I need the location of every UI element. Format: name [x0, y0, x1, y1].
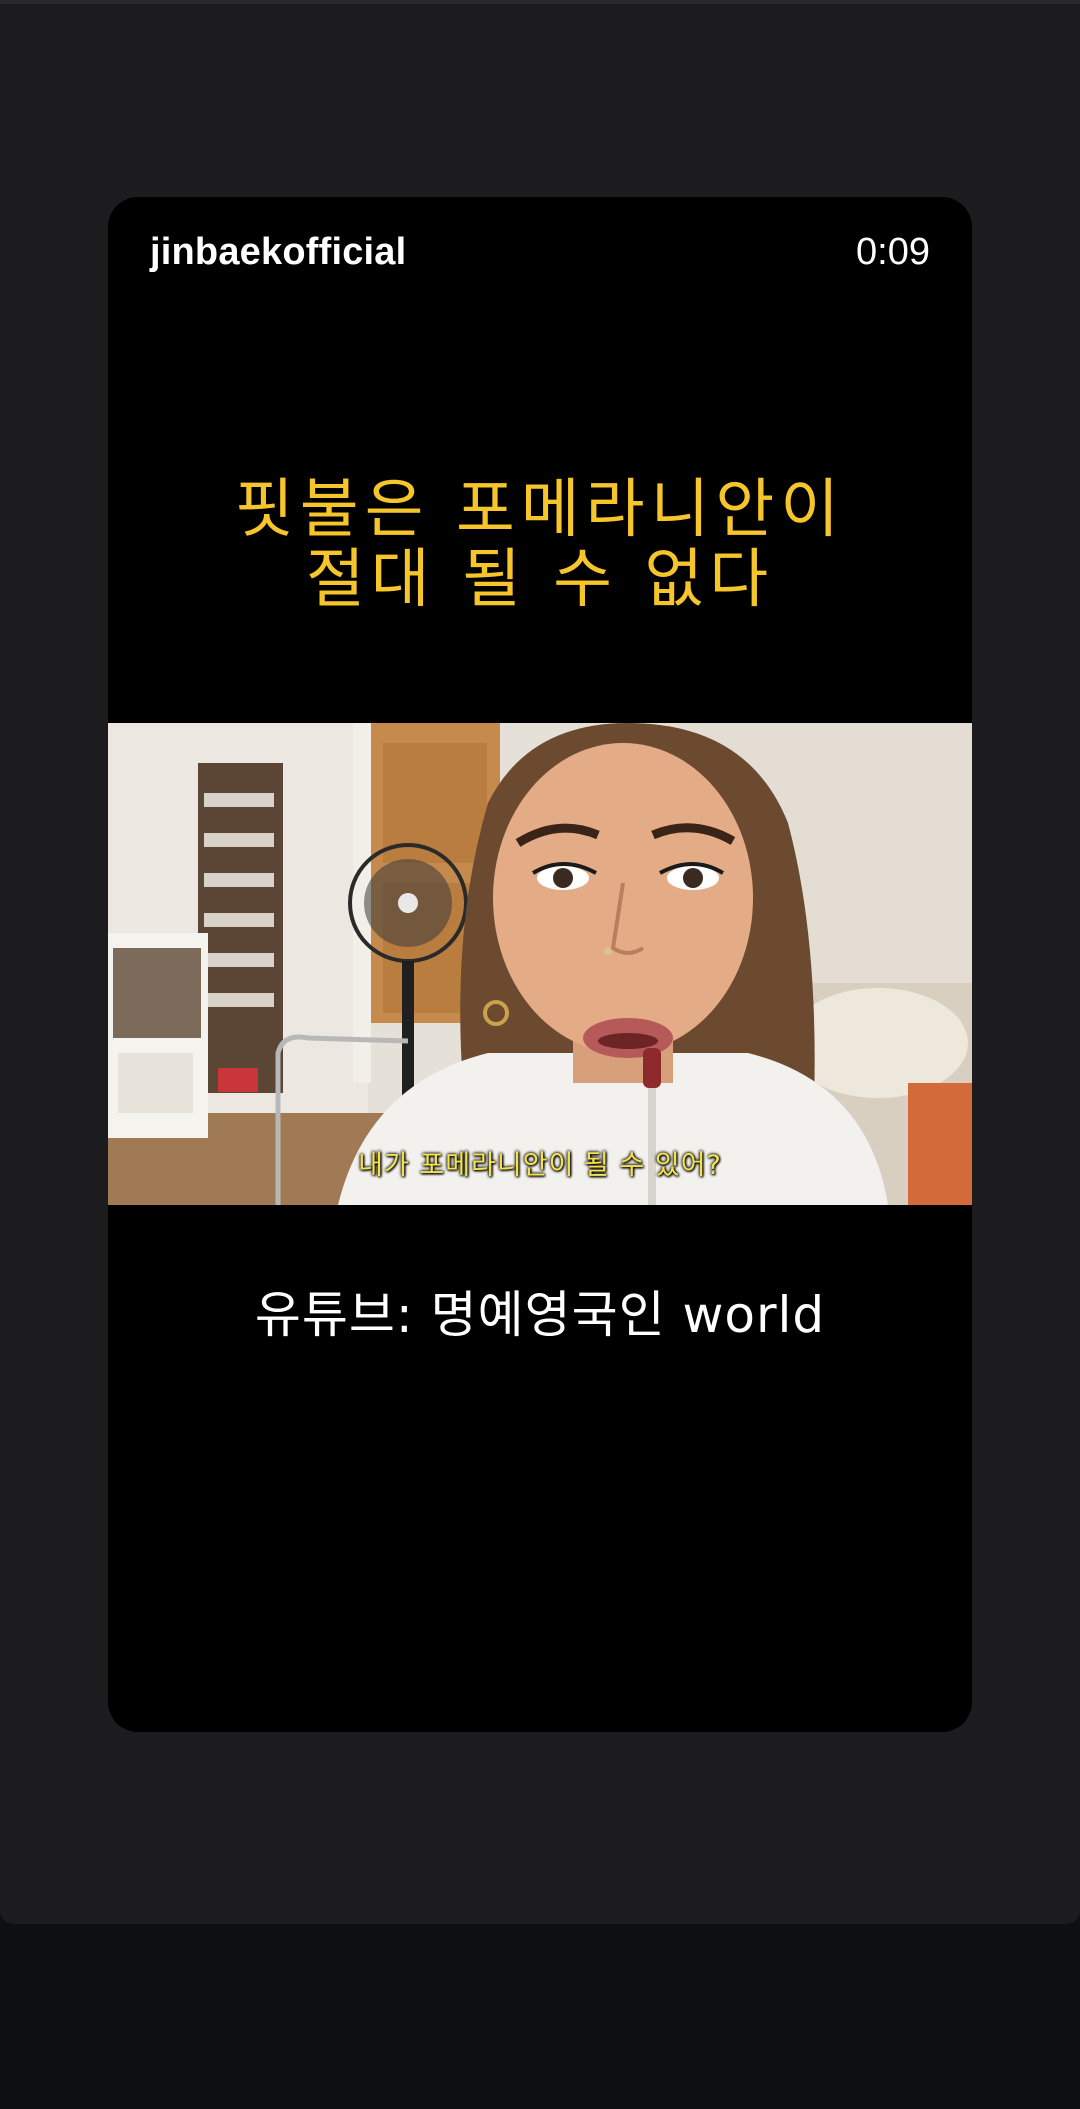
video-frame[interactable]: 내가 포메라니안이 될 수 있어?	[108, 723, 972, 1205]
top-strip	[0, 0, 1080, 4]
headline-line-2: 절대 될 수 없다	[305, 543, 775, 617]
story-card[interactable]: jinbaekofficial 0:09 핏불은 포메라니안이 절대 될 수 없…	[108, 197, 972, 1732]
story-viewer: jinbaekofficial 0:09 핏불은 포메라니안이 절대 될 수 없…	[0, 0, 1080, 1924]
headline-line-1: 핏불은 포메라니안이	[234, 473, 846, 547]
caption-text: 유튜브: 명예영국인 world	[254, 1286, 826, 1344]
video-subtitle: 내가 포메라니안이 될 수 있어?	[358, 1150, 722, 1181]
account-username[interactable]: jinbaekofficial	[150, 231, 406, 274]
elapsed-time: 0:09	[856, 231, 930, 273]
video-scene	[108, 723, 972, 1205]
